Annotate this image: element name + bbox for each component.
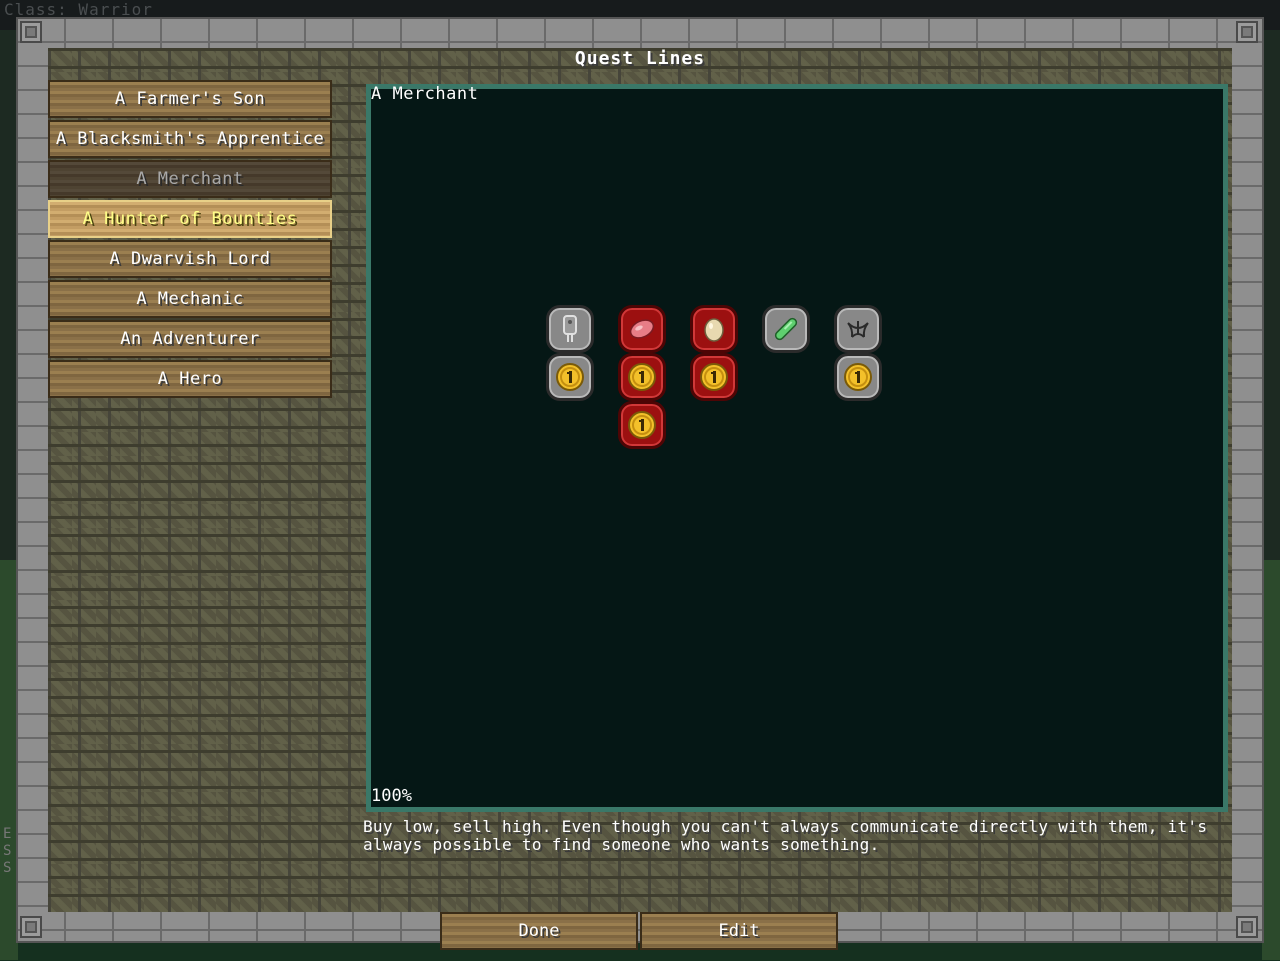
edit-button[interactable]: Edit bbox=[640, 912, 838, 950]
quest-line-mechanic[interactable]: A Mechanic bbox=[48, 280, 332, 318]
gold-coin-icon bbox=[556, 363, 584, 391]
frame-corner-top-right bbox=[1236, 21, 1258, 43]
map-zoom-level: 100% bbox=[371, 786, 412, 806]
quest-map-title: A Merchant bbox=[371, 84, 479, 104]
quest-line-merchant[interactable]: A Merchant bbox=[48, 160, 332, 198]
quest-node[interactable] bbox=[762, 305, 810, 353]
cobweb-icon bbox=[847, 321, 869, 338]
quest-node[interactable] bbox=[618, 401, 666, 449]
quest-line-dwarvish-lord[interactable]: A Dwarvish Lord bbox=[48, 240, 332, 278]
world-background-right bbox=[1262, 560, 1280, 960]
quest-line-hunter-of-bounties[interactable]: A Hunter of Bounties bbox=[48, 200, 332, 238]
quest-node[interactable] bbox=[618, 305, 666, 353]
quest-node[interactable] bbox=[834, 305, 882, 353]
gold-coin-icon bbox=[628, 363, 656, 391]
slime-icon bbox=[774, 317, 798, 341]
frame-corner-bottom-left bbox=[20, 916, 42, 938]
quest-node[interactable] bbox=[546, 353, 594, 401]
quest-line-farmers-son[interactable]: A Farmer's Son bbox=[48, 80, 332, 118]
frame-corner-bottom-right bbox=[1236, 916, 1258, 938]
quest-node[interactable] bbox=[834, 353, 882, 401]
done-button[interactable]: Done bbox=[440, 912, 638, 950]
gold-coin-icon bbox=[628, 411, 656, 439]
quest-line-blacksmiths-apprentice[interactable]: A Blacksmith's Apprentice bbox=[48, 120, 332, 158]
frame-corner-top-left bbox=[20, 21, 42, 43]
quest-line-list: A Farmer's Son A Blacksmith's Apprentice… bbox=[48, 80, 332, 400]
gold-coin-icon bbox=[700, 363, 728, 391]
raw-meat-icon bbox=[629, 319, 655, 339]
egg-icon bbox=[704, 318, 724, 342]
quest-node[interactable] bbox=[546, 305, 594, 353]
quest-map[interactable] bbox=[366, 84, 1228, 812]
quest-node[interactable] bbox=[618, 353, 666, 401]
quest-node[interactable] bbox=[690, 353, 738, 401]
tag-icon bbox=[563, 315, 577, 342]
quest-node[interactable] bbox=[690, 305, 738, 353]
quest-line-adventurer[interactable]: An Adventurer bbox=[48, 320, 332, 358]
quest-line-description: Buy low, sell high. Even though you can'… bbox=[363, 817, 1208, 854]
hud-side-text: E S S bbox=[3, 826, 12, 876]
gold-coin-icon bbox=[844, 363, 872, 391]
page-title: Quest Lines bbox=[574, 48, 706, 69]
quest-line-hero[interactable]: A Hero bbox=[48, 360, 332, 398]
